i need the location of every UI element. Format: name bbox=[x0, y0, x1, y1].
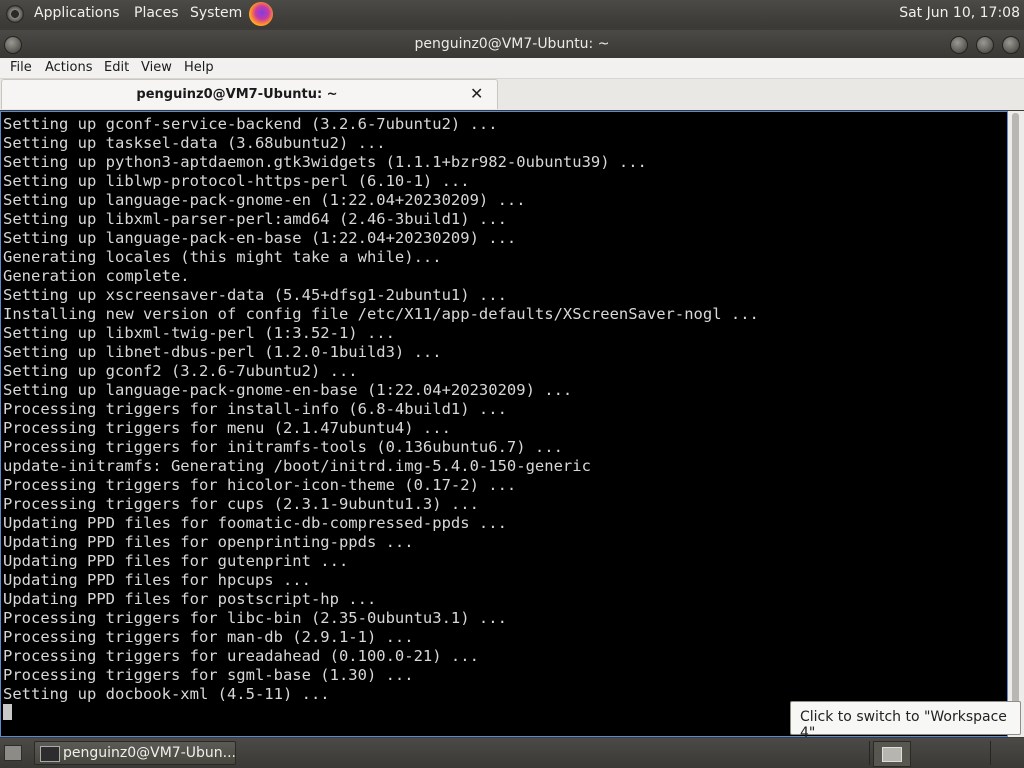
terminal-line: Processing triggers for menu (2.1.47ubun… bbox=[3, 419, 451, 437]
terminal-line: Processing triggers for ureadahead (0.10… bbox=[3, 647, 479, 665]
terminal-cursor bbox=[3, 704, 12, 720]
menu-bar: File Actions Edit View Help bbox=[0, 58, 1024, 79]
close-button[interactable] bbox=[1002, 36, 1020, 54]
tab-terminal[interactable]: penguinz0@VM7-Ubuntu: ~ ✕ bbox=[1, 79, 498, 109]
terminal-output[interactable]: Setting up gconf-service-backend (3.2.6-… bbox=[0, 111, 1008, 737]
panel-divider bbox=[869, 741, 870, 765]
terminal-line: Setting up liblwp-protocol-https-perl (6… bbox=[3, 172, 470, 190]
system-menu[interactable]: System bbox=[190, 5, 242, 21]
panel-divider bbox=[990, 741, 991, 765]
terminal-line: Processing triggers for install-info (6.… bbox=[3, 400, 507, 418]
terminal-line: Updating PPD files for postscript-hp ... bbox=[3, 590, 377, 608]
tab-bar: penguinz0@VM7-Ubuntu: ~ ✕ bbox=[0, 79, 1024, 110]
terminal-line: Processing triggers for hicolor-icon-the… bbox=[3, 476, 517, 494]
terminal-line: Setting up docbook-xml (4.5-11) ... bbox=[3, 685, 330, 703]
terminal-line: Updating PPD files for gutenprint ... bbox=[3, 552, 349, 570]
top-panel: Applications Places System Sat Jun 10, 1… bbox=[0, 0, 1024, 28]
maximize-button[interactable] bbox=[976, 36, 994, 54]
terminal-text: Setting up gconf-service-backend (3.2.6-… bbox=[3, 115, 759, 704]
taskbar-window-label: penguinz0@VM7-Ubun... bbox=[63, 745, 236, 761]
ubuntu-logo-icon[interactable] bbox=[6, 5, 24, 23]
terminal-line: Setting up gconf-service-backend (3.2.6-… bbox=[3, 115, 498, 133]
firefox-launcher-icon[interactable] bbox=[249, 2, 273, 26]
tab-label: penguinz0@VM7-Ubuntu: ~ bbox=[136, 87, 338, 102]
terminal-line: Setting up tasksel-data (3.68ubuntu2) ..… bbox=[3, 134, 386, 152]
menu-help[interactable]: Help bbox=[184, 60, 214, 75]
menu-file[interactable]: File bbox=[10, 60, 32, 75]
terminal-line: Processing triggers for sgml-base (1.30)… bbox=[3, 666, 414, 684]
terminal-line: Setting up python3-aptdaemon.gtk3widgets… bbox=[3, 153, 647, 171]
terminal-line: Generating locales (this might take a wh… bbox=[3, 248, 442, 266]
terminal-line: Setting up language-pack-en-base (1:22.0… bbox=[3, 229, 517, 247]
terminal-line: Setting up xscreensaver-data (5.45+dfsg1… bbox=[3, 286, 507, 304]
terminal-line: Setting up language-pack-gnome-en-base (… bbox=[3, 381, 573, 399]
window-title-bar[interactable]: penguinz0@VM7-Ubuntu: ~ bbox=[0, 30, 1024, 58]
terminal-line: Processing triggers for initramfs-tools … bbox=[3, 438, 563, 456]
terminal-line: Updating PPD files for foomatic-db-compr… bbox=[3, 514, 507, 532]
clock[interactable]: Sat Jun 10, 17:08 bbox=[899, 5, 1020, 21]
terminal-icon bbox=[40, 746, 60, 762]
terminal-line: Updating PPD files for hpcups ... bbox=[3, 571, 311, 589]
workspace-current[interactable] bbox=[882, 747, 902, 762]
workspace-switcher[interactable] bbox=[873, 741, 911, 767]
terminal-line: Generation complete. bbox=[3, 267, 190, 285]
terminal-line: Processing triggers for libc-bin (2.35-0… bbox=[3, 609, 507, 627]
bottom-panel: penguinz0@VM7-Ubun... bbox=[0, 738, 1024, 768]
menu-view[interactable]: View bbox=[141, 60, 172, 75]
applications-menu[interactable]: Applications bbox=[34, 5, 120, 21]
menu-actions[interactable]: Actions bbox=[45, 60, 93, 75]
terminal-line: Updating PPD files for openprinting-ppds… bbox=[3, 533, 414, 551]
terminal-line: Processing triggers for man-db (2.9.1-1)… bbox=[3, 628, 414, 646]
terminal-line: Setting up libxml-twig-perl (1:3.52-1) .… bbox=[3, 324, 395, 342]
terminal-line: Processing triggers for cups (2.3.1-9ubu… bbox=[3, 495, 479, 513]
terminal-line: Setting up gconf2 (3.2.6-7ubuntu2) ... bbox=[3, 362, 358, 380]
menu-edit[interactable]: Edit bbox=[104, 60, 129, 75]
scrollbar-thumb[interactable] bbox=[1012, 113, 1019, 733]
terminal-line: update-initramfs: Generating /boot/initr… bbox=[3, 457, 591, 475]
terminal-scrollbar[interactable] bbox=[1008, 111, 1024, 737]
minimize-button[interactable] bbox=[950, 36, 968, 54]
taskbar-window-button[interactable]: penguinz0@VM7-Ubun... bbox=[34, 741, 236, 765]
show-desktop-icon[interactable] bbox=[4, 745, 22, 761]
terminal-line: Setting up language-pack-gnome-en (1:22.… bbox=[3, 191, 526, 209]
tab-close-icon[interactable]: ✕ bbox=[470, 85, 483, 103]
terminal-line: Setting up libnet-dbus-perl (1.2.0-1buil… bbox=[3, 343, 442, 361]
terminal-line: Installing new version of config file /e… bbox=[3, 305, 759, 323]
places-menu[interactable]: Places bbox=[134, 5, 179, 21]
window-title: penguinz0@VM7-Ubuntu: ~ bbox=[414, 36, 610, 52]
terminal-line: Setting up libxml-parser-perl:amd64 (2.4… bbox=[3, 210, 507, 228]
workspace-tooltip: Click to switch to "Workspace 4" bbox=[790, 701, 1021, 741]
